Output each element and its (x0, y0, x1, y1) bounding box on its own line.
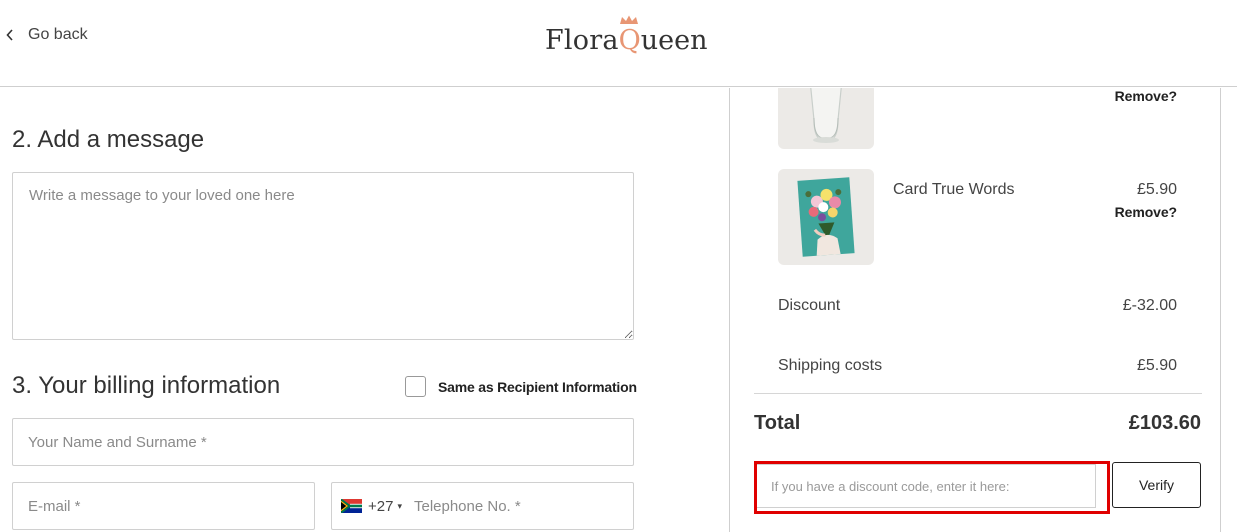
logo-text-q: Q (618, 15, 641, 56)
dial-code[interactable]: +27 (368, 498, 393, 515)
vase-thumbnail (778, 88, 874, 149)
header: Go back Flora Q ueen (0, 0, 1237, 87)
message-textarea[interactable] (12, 172, 634, 340)
shipping-label: Shipping costs (778, 357, 883, 374)
card-thumbnail (778, 169, 874, 265)
go-back-link[interactable]: Go back (0, 24, 88, 46)
item-price: £5.90 (1136, 181, 1177, 198)
discount-value: £-32.00 (1122, 297, 1177, 314)
phone-field: +27 ▾ (331, 482, 634, 530)
checkout-form: 2. Add a message 3. Your billing informa… (0, 88, 728, 532)
floraqueen-logo[interactable]: Flora Q ueen (545, 15, 708, 56)
divider (754, 393, 1202, 394)
verify-button[interactable]: Verify (1112, 462, 1201, 508)
chevron-left-icon (0, 24, 22, 46)
logo-text-part2: ueen (640, 25, 708, 56)
south-africa-flag-icon[interactable] (341, 499, 362, 513)
logo-text-part1: Flora (545, 25, 619, 56)
same-as-recipient-label: Same as Recipient Information (438, 378, 637, 395)
same-as-recipient-option[interactable]: Same as Recipient Information (405, 376, 637, 397)
remove-item-button[interactable]: Remove? (1115, 204, 1177, 220)
order-summary: Remove? Card True Words £5.90 Remove? Di… (729, 88, 1221, 532)
email-input[interactable] (12, 482, 315, 530)
remove-item-button[interactable]: Remove? (1115, 88, 1177, 104)
crown-icon (619, 15, 638, 24)
discount-code-input[interactable] (756, 464, 1096, 508)
telephone-input[interactable] (413, 497, 584, 515)
go-back-label: Go back (28, 26, 88, 43)
item-name: Card True Words (893, 181, 1015, 198)
caret-down-icon[interactable]: ▾ (397, 501, 402, 512)
total-value: £103.60 (1128, 412, 1201, 434)
same-as-recipient-checkbox[interactable] (405, 376, 426, 397)
discount-label: Discount (778, 297, 841, 314)
logo-q-letter: Q (618, 25, 641, 56)
shipping-value: £5.90 (1136, 357, 1177, 374)
billing-section-title: 3. Your billing information (12, 372, 281, 399)
name-surname-input[interactable] (12, 418, 634, 466)
total-label: Total (754, 412, 801, 434)
message-section-title: 2. Add a message (12, 126, 205, 153)
